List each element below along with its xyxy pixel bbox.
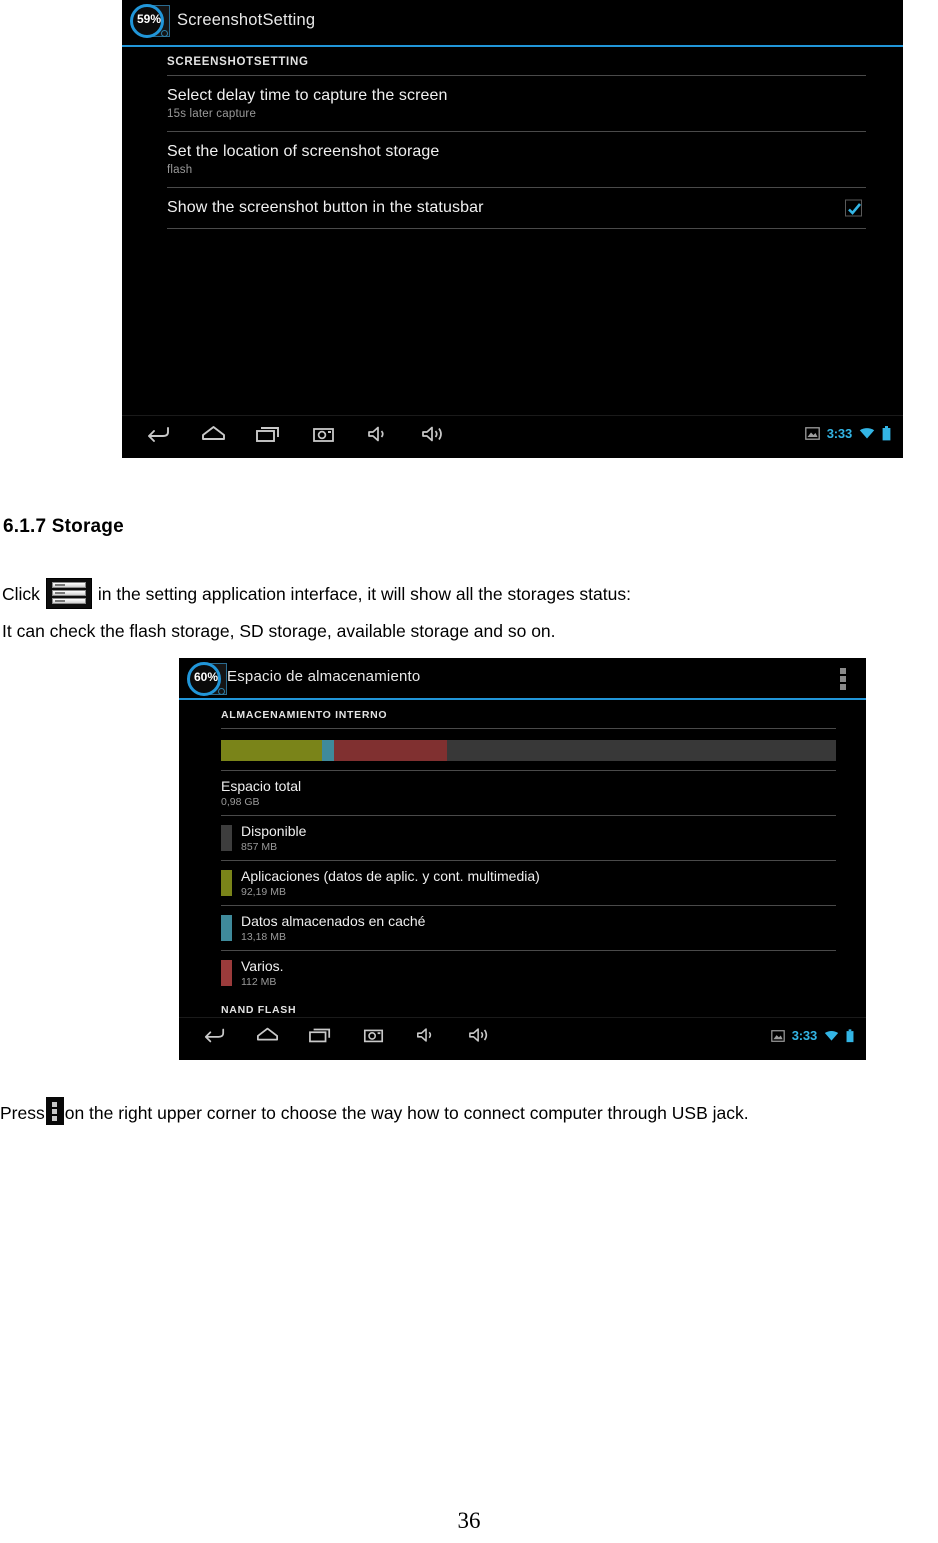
divider [221,728,836,729]
image-icon[interactable] [804,427,820,440]
storage-value: 112 MB [241,976,277,988]
storage-value: 13,18 MB [241,931,286,943]
battery-icon[interactable] [846,1028,854,1043]
storage-screenshot: 60% Espacio de almacenamiento ALMACENAMI… [179,658,866,1060]
navigation-bar: 3:33 [179,1017,866,1060]
storage-title: Disponible [241,823,307,839]
back-icon[interactable] [201,1024,228,1046]
check-icon [848,203,861,215]
wifi-icon[interactable] [859,427,875,440]
app-title: ScreenshotSetting [177,11,316,29]
overflow-menu-icon[interactable] [840,668,848,690]
image-icon[interactable] [770,1029,785,1042]
storage-title: Datos almacenados en caché [241,913,426,929]
home-icon[interactable] [254,1024,281,1046]
recents-icon[interactable] [254,422,283,446]
internal-storage-bar [221,740,836,761]
section-header-internal-storage: ALMACENAMIENTO INTERNO [221,709,388,721]
color-swatch [221,825,232,851]
status-clock: 3:33 [791,1028,817,1043]
setting-subtitle: 15s later capture [167,108,257,120]
page-number: 36 [457,1508,481,1533]
battery-icon[interactable] [882,426,891,441]
setting-title: Set the location of screenshot storage [167,143,440,160]
paragraph-check: It can check the flash storage, SD stora… [2,621,556,641]
setting-row-delay-time[interactable]: Select delay time to capture the screen … [122,76,903,131]
storage-title: Aplicaciones (datos de aplic. y cont. mu… [241,868,540,884]
storage-icon [45,578,92,609]
storage-title: Varios. [241,958,284,974]
setting-title: Select delay time to capture the screen [167,87,448,104]
battery-percent-label: 60% [193,670,219,684]
bar-segment-misc [333,740,448,761]
battery-percent-badge: 59% [128,2,172,42]
recents-icon[interactable] [307,1024,334,1046]
action-bar: 59% ScreenshotSetting [122,0,903,45]
home-icon[interactable] [199,422,228,446]
paragraph-click-post: in the setting application interface, it… [97,584,631,604]
storage-row-available[interactable]: Disponible 857 MB [179,816,866,860]
volume-down-icon[interactable] [364,422,393,446]
paragraph-press-post: on the right upper corner to choose the … [64,1103,749,1123]
setting-title: Show the screenshot button in the status… [167,199,484,216]
settings-list: SCREENSHOTSETTING Select delay time to c… [122,47,903,229]
statusbar-button-checkbox[interactable] [845,199,862,217]
setting-row-show-statusbar-button[interactable]: Show the screenshot button in the status… [122,188,903,228]
section-header-screenshotsetting: SCREENSHOTSETTING [167,56,309,68]
bar-segment-apps [221,740,323,761]
color-swatch [221,870,232,896]
page-heading: 6.1.7 Storage [3,516,124,537]
bar-segment-cached [322,740,334,761]
wifi-icon[interactable] [824,1030,839,1042]
storage-row-cached-data[interactable]: Datos almacenados en caché 13,18 MB [179,906,866,950]
volume-down-icon[interactable] [413,1024,440,1046]
divider [167,228,866,229]
setting-row-storage-location[interactable]: Set the location of screenshot storage f… [122,132,903,187]
storage-value: 0,98 GB [221,796,260,808]
overflow-menu-icon [45,1097,64,1125]
battery-percent-badge: 60% [185,660,229,700]
back-icon[interactable] [144,422,173,446]
paragraph-click-pre: Click [2,584,40,604]
paragraph-press: Press on the right upper corner to choose… [0,1097,749,1125]
volume-up-icon[interactable] [419,422,448,446]
storage-value: 857 MB [241,841,278,853]
status-clock: 3:33 [826,426,852,441]
paragraph-press-pre: Press [0,1103,45,1123]
badge-dot-icon [161,30,168,37]
color-swatch [221,960,232,986]
storage-row-applications[interactable]: Aplicaciones (datos de aplic. y cont. mu… [179,861,866,905]
storage-list: ALMACENAMIENTO INTERNO Espacio total 0,9… [179,700,866,1056]
paragraph-click: Click in the setting application interfac… [2,578,631,609]
battery-percent-label: 59% [136,12,162,26]
navigation-bar: 3:33 [122,415,903,458]
action-bar: 60% Espacio de almacenamiento [179,658,866,698]
volume-up-icon[interactable] [466,1024,493,1046]
app-title: Espacio de almacenamiento [227,668,421,685]
storage-row-misc[interactable]: Varios. 112 MB [179,951,866,995]
bar-segment-free [447,740,836,761]
storage-title: Espacio total [221,778,302,794]
color-swatch [221,915,232,941]
screenshot-icon[interactable] [309,422,338,446]
setting-subtitle: flash [167,164,193,176]
badge-dot-icon [218,688,225,695]
storage-row-total: Espacio total 0,98 GB [179,771,866,815]
screenshot-setting-screenshot: 59% ScreenshotSetting SCREENSHOTSETTING … [122,0,903,458]
storage-value: 92,19 MB [241,886,286,898]
screenshot-icon[interactable] [360,1024,387,1046]
